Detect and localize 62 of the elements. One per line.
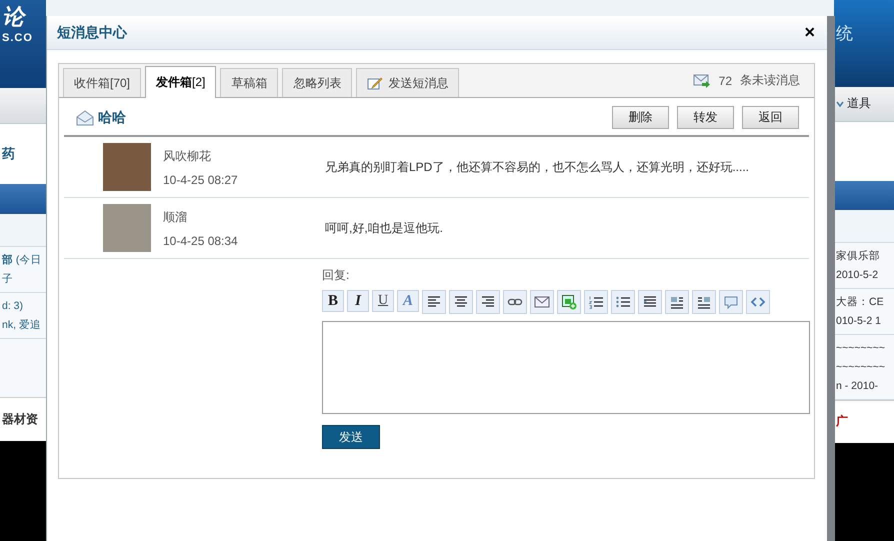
- numbered-list-icon[interactable]: [584, 290, 608, 314]
- section-heading: 器材资: [2, 411, 38, 428]
- site-logo-text: S.CO: [2, 32, 34, 44]
- image-right-icon[interactable]: [692, 290, 716, 314]
- indent-icon[interactable]: [638, 290, 662, 314]
- forum-entry-text: 2010-5-2: [836, 268, 880, 282]
- section-header-bar: [834, 180, 894, 210]
- sender-name: 顺溜: [163, 208, 188, 226]
- photo-placeholder: [103, 143, 151, 191]
- forum-entry-text: d: 3): [2, 299, 24, 313]
- message-text: 呵呵,好,咱也是逗他玩.: [325, 220, 444, 236]
- tab[interactable]: 收件箱[70]: [63, 68, 142, 97]
- close-button[interactable]: ×: [804, 22, 815, 43]
- forum-entry-text: 家俱乐部: [836, 248, 881, 263]
- underline-button[interactable]: U: [372, 290, 394, 312]
- image-left-icon[interactable]: [665, 290, 689, 314]
- forum-entry-text: 大器：CE: [836, 294, 885, 309]
- align-right-icon[interactable]: [476, 290, 500, 314]
- forum-entry-text: ~~~~~~~~: [836, 340, 886, 355]
- unread-label: 条未读消息: [740, 72, 800, 89]
- align-left-icon[interactable]: [422, 290, 446, 314]
- action-button[interactable]: 删除: [612, 106, 669, 129]
- forum-entry-text: 子: [2, 272, 14, 286]
- dialog-title: 短消息中心: [57, 24, 127, 42]
- tab[interactable]: 发送短消息: [356, 68, 460, 97]
- link-icon[interactable]: [503, 290, 527, 314]
- bold-button[interactable]: B: [322, 290, 344, 312]
- reply-field[interactable]: [322, 321, 810, 414]
- action-button[interactable]: 转发: [677, 106, 734, 129]
- ad-label: 广: [836, 413, 848, 430]
- message-time: 10-4-25 08:27: [163, 172, 239, 186]
- align-center-icon[interactable]: [449, 290, 473, 314]
- image-icon[interactable]: [557, 290, 581, 314]
- section-header-bar: [0, 184, 46, 214]
- envelope-icon[interactable]: [530, 290, 554, 314]
- nav-bar: [0, 88, 46, 124]
- forum-entry-text: 部 (今日: [2, 253, 42, 267]
- forum-entry-text: ~~~~~~~~: [836, 360, 886, 374]
- tab[interactable]: 忽略列表: [282, 68, 352, 97]
- message-time: 10-4-25 08:34: [163, 234, 239, 248]
- forum-entry-text: nk, 爱追: [2, 318, 42, 332]
- tab[interactable]: 发件箱[2]: [145, 66, 216, 98]
- photo-placeholder: [103, 204, 151, 252]
- forum-entry-text: 010-5-2 1: [836, 314, 882, 328]
- italic-button[interactable]: I: [347, 290, 369, 312]
- forum-entry-text: n - 2010-: [836, 378, 880, 393]
- site-logo-text: 论: [2, 4, 44, 30]
- message-text: 兄弟真的别盯着LPD了，他还算不容易的，也不怎么骂人，还算光明，还好玩.....: [325, 158, 750, 176]
- site-logo-text: 统: [836, 23, 854, 45]
- pencil-note-icon: [367, 76, 384, 90]
- unread-count: 72: [718, 74, 732, 88]
- tab[interactable]: 草稿箱: [220, 68, 278, 97]
- action-button[interactable]: 返回: [742, 106, 799, 129]
- message-subject: 哈哈: [98, 108, 126, 126]
- envelope-icon: [76, 110, 94, 126]
- send-button[interactable]: 发送: [322, 425, 380, 449]
- code-icon[interactable]: [746, 290, 770, 314]
- sender-name: 风吹柳花: [163, 148, 212, 164]
- section-heading: 药: [2, 145, 15, 163]
- nav-link[interactable]: 道具: [847, 95, 871, 112]
- reply-label: 回复:: [322, 267, 350, 284]
- bullet-list-icon[interactable]: [611, 290, 635, 314]
